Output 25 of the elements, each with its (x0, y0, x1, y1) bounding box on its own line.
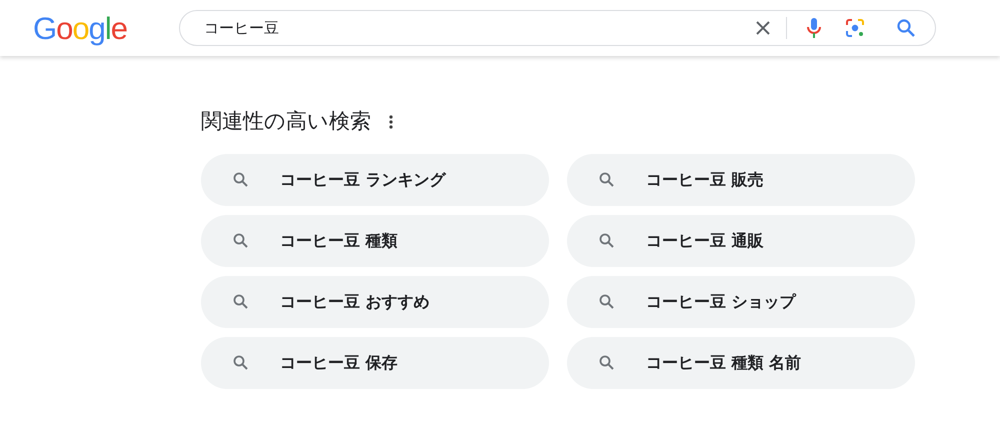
search-icon (233, 355, 248, 370)
related-search-chip[interactable]: コーヒー豆 保存 (201, 336, 549, 388)
search-icon (233, 233, 248, 248)
related-search-chip[interactable]: コーヒー豆 通販 (567, 214, 915, 266)
clear-icon[interactable] (756, 21, 770, 35)
search-icon[interactable] (897, 19, 915, 37)
search-icon (599, 294, 614, 309)
related-search-chip[interactable]: コーヒー豆 ランキング (201, 154, 549, 206)
related-search-chip[interactable]: コーヒー豆 おすすめ (201, 276, 549, 328)
related-search-chip[interactable]: コーヒー豆 種類 (201, 214, 549, 266)
search-icon (599, 355, 614, 370)
section-heading: 関連性の高い検索 (201, 108, 371, 135)
search-icon (233, 294, 248, 309)
related-search-chip[interactable]: コーヒー豆 ショップ (567, 276, 915, 328)
related-search-chip[interactable]: コーヒー豆 販売 (567, 154, 915, 206)
microphone-icon[interactable] (807, 18, 821, 38)
search-icon (599, 172, 614, 187)
related-search-chip[interactable]: コーヒー豆 種類 名前 (567, 336, 915, 388)
search-icon (233, 172, 248, 187)
logo[interactable]: Google (33, 12, 179, 44)
camera-icon[interactable] (845, 18, 865, 38)
search-bar[interactable]: コーヒー豆 (179, 10, 936, 46)
more-options-icon[interactable] (389, 114, 393, 129)
search-input[interactable]: コーヒー豆 (202, 16, 756, 40)
search-icon (599, 233, 614, 248)
